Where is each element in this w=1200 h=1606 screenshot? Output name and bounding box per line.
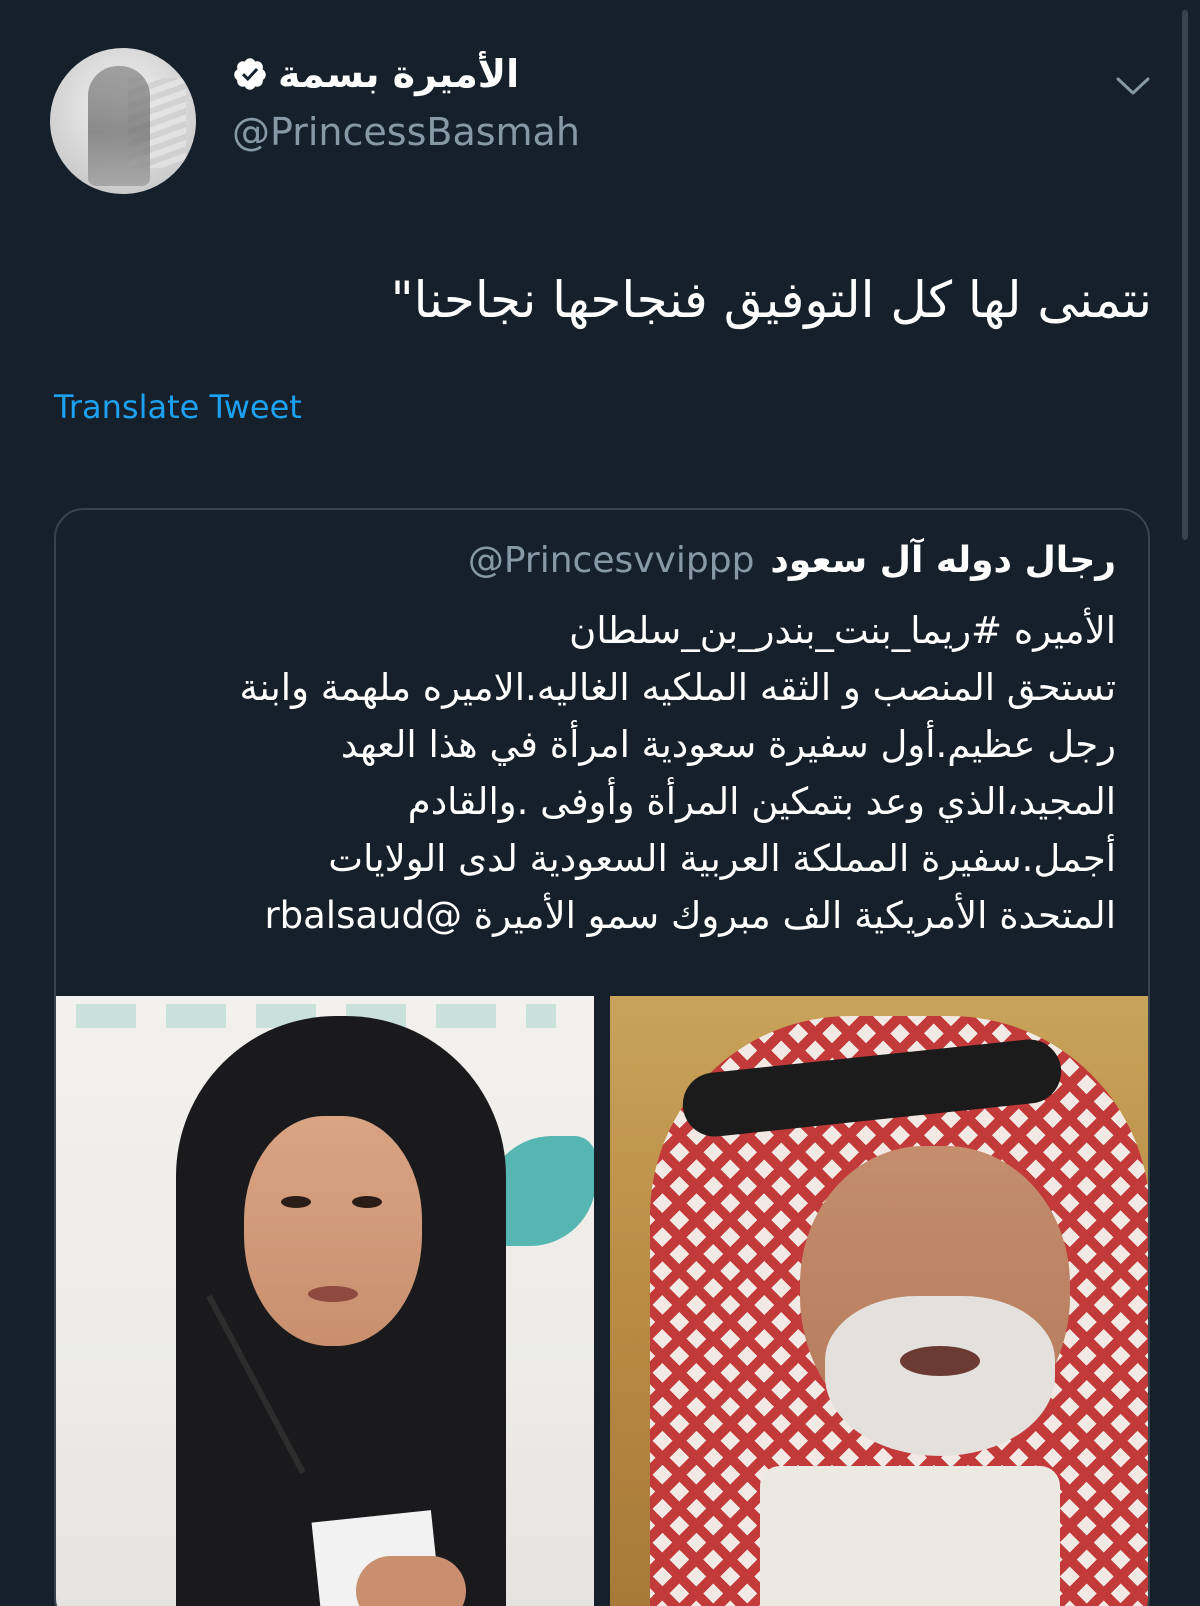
author-display-name-row[interactable]: الأميرة بسمة <box>232 52 519 96</box>
quoted-tweet-media <box>56 996 1148 1606</box>
scrollbar-thumb[interactable] <box>1182 10 1188 540</box>
photo-subject-eye <box>281 1196 311 1208</box>
translate-tweet-link[interactable]: Translate Tweet <box>54 388 302 426</box>
tweet-text: نتمنى لها كل التوفيق فنجاحها نجاحنا" <box>390 271 1152 329</box>
quoted-tweet-line: الأميره #ريما_بنت_بندر_بن_سلطان <box>569 609 1116 652</box>
tweet-page: الأميرة بسمة @PrincessBasmah نتمنى لها ك… <box>0 0 1200 1606</box>
photo-subject-hand <box>356 1556 466 1606</box>
photo-subject-face <box>244 1116 422 1346</box>
quoted-tweet-card[interactable]: رجال دوله آل سعود @Princesvvippp الأميره… <box>54 508 1150 1606</box>
quoted-tweet-line: أجمل.سفيرة المملكة العربية السعودية لدى … <box>328 837 1116 880</box>
photo-subject-thobe <box>760 1466 1060 1606</box>
author-avatar[interactable] <box>50 48 196 194</box>
quoted-tweet-text: الأميره #ريما_بنت_بندر_بن_سلطان تستحق ال… <box>86 602 1116 944</box>
media-photo-man-shemagh[interactable] <box>610 996 1148 1606</box>
chevron-down-icon[interactable] <box>1114 72 1152 100</box>
photo-subject-eye <box>352 1196 382 1208</box>
quoted-tweet-line: المتحدة الأمريكية الف مبروك سمو الأميرة … <box>264 894 1116 937</box>
quoted-author-display-name: رجال دوله آل سعود <box>770 540 1116 581</box>
media-photo-woman-speaking[interactable] <box>56 996 594 1606</box>
author-handle[interactable]: @PrincessBasmah <box>232 110 580 154</box>
quoted-author-handle: @Princesvvippp <box>467 540 755 581</box>
photo-subject-beard <box>825 1296 1055 1456</box>
quoted-tweet-line: رجل عظيم.أول سفيرة سعودية امرأة في هذا ا… <box>340 723 1116 766</box>
photo-subject-mouth <box>308 1286 358 1302</box>
quoted-tweet-header: رجال دوله آل سعود @Princesvvippp <box>468 540 1116 581</box>
quoted-tweet-line: تستحق المنصب و الثقه الملكيه الغاليه.الا… <box>239 666 1116 709</box>
verified-badge-icon <box>234 58 266 90</box>
quoted-tweet-line: المجيد،الذي وعد بتمكين المرأة وأوفى .وال… <box>407 780 1116 823</box>
avatar-figure <box>88 66 150 186</box>
photo-subject-mouth <box>900 1346 980 1376</box>
author-display-name: الأميرة بسمة <box>278 52 520 96</box>
